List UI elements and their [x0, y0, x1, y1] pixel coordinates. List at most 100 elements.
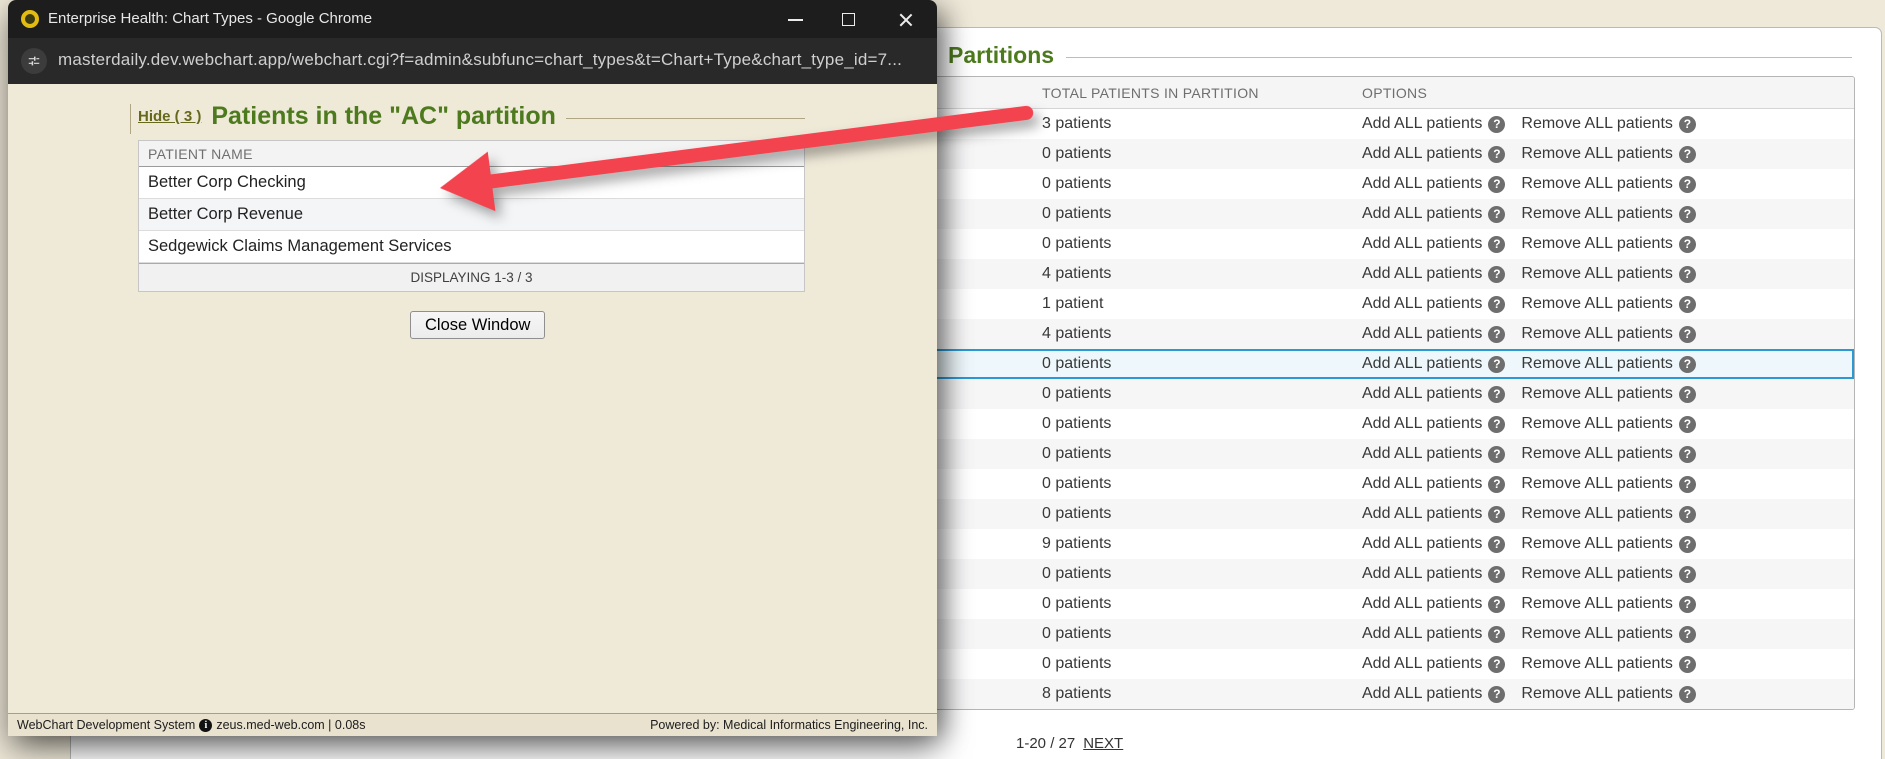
add-all-patients-link[interactable]: Add ALL patients — [1362, 325, 1482, 343]
help-icon[interactable]: ? — [1678, 595, 1696, 613]
partition-total-cell: 0 patients — [1042, 655, 1112, 672]
patient-row[interactable]: Better Corp Revenue — [139, 199, 804, 231]
pagination-next-link[interactable]: NEXT — [1083, 735, 1123, 752]
help-icon[interactable]: ? — [1488, 475, 1506, 493]
remove-all-patients-link[interactable]: Remove ALL patients — [1521, 595, 1673, 613]
patient-row[interactable]: Better Corp Checking — [139, 167, 804, 199]
partition-options-cell: Add ALL patients ? Remove ALL patients ? — [1362, 325, 1854, 343]
close-window-button[interactable]: Close Window — [410, 311, 546, 339]
help-icon[interactable]: ? — [1488, 415, 1506, 433]
remove-all-patients-link[interactable]: Remove ALL patients — [1521, 445, 1673, 463]
help-icon[interactable]: ? — [1678, 295, 1696, 313]
add-all-patients-link[interactable]: Add ALL patients — [1362, 655, 1482, 673]
help-icon[interactable]: ? — [1678, 415, 1696, 433]
help-icon[interactable]: ? — [1488, 115, 1506, 133]
add-all-patients-link[interactable]: Add ALL patients — [1362, 265, 1482, 283]
help-icon[interactable]: ? — [1488, 445, 1506, 463]
help-icon[interactable]: ? — [1678, 685, 1696, 703]
help-icon[interactable]: ? — [1678, 505, 1696, 523]
remove-all-patients-link[interactable]: Remove ALL patients — [1521, 325, 1673, 343]
remove-all-patients-link[interactable]: Remove ALL patients — [1521, 535, 1673, 553]
remove-all-patients-link[interactable]: Remove ALL patients — [1521, 205, 1673, 223]
remove-all-patients-link[interactable]: Remove ALL patients — [1521, 655, 1673, 673]
site-permissions-icon[interactable] — [21, 48, 47, 74]
help-icon[interactable]: ? — [1678, 655, 1696, 673]
help-icon[interactable]: ? — [1678, 205, 1696, 223]
help-icon[interactable]: ? — [1488, 265, 1506, 283]
add-all-patients-link[interactable]: Add ALL patients — [1362, 475, 1482, 493]
help-icon[interactable]: ? — [1678, 115, 1696, 133]
help-icon[interactable]: ? — [1488, 565, 1506, 583]
help-icon[interactable]: ? — [1488, 595, 1506, 613]
help-icon[interactable]: ? — [1678, 145, 1696, 163]
help-icon[interactable]: ? — [1678, 265, 1696, 283]
help-icon[interactable]: ? — [1678, 355, 1696, 373]
remove-all-patients-link[interactable]: Remove ALL patients — [1521, 115, 1673, 133]
add-all-patients-link[interactable]: Add ALL patients — [1362, 535, 1482, 553]
add-all-patients-link[interactable]: Add ALL patients — [1362, 235, 1482, 253]
help-icon[interactable]: ? — [1678, 625, 1696, 643]
help-icon[interactable]: ? — [1678, 385, 1696, 403]
help-icon[interactable]: ? — [1488, 205, 1506, 223]
help-icon[interactable]: ? — [1678, 175, 1696, 193]
remove-all-patients-link[interactable]: Remove ALL patients — [1521, 625, 1673, 643]
add-all-patients-link[interactable]: Add ALL patients — [1362, 565, 1482, 583]
patient-row[interactable]: Sedgewick Claims Management Services — [139, 231, 804, 263]
help-icon[interactable]: ? — [1678, 535, 1696, 553]
add-all-patients-link[interactable]: Add ALL patients — [1362, 685, 1482, 703]
help-icon[interactable]: ? — [1678, 445, 1696, 463]
help-icon[interactable]: ? — [1488, 295, 1506, 313]
add-all-patients-link[interactable]: Add ALL patients — [1362, 445, 1482, 463]
help-icon[interactable]: ? — [1678, 235, 1696, 253]
add-all-patients-link[interactable]: Add ALL patients — [1362, 385, 1482, 403]
partition-total-cell: 0 patients — [1042, 565, 1112, 582]
help-icon[interactable]: ? — [1488, 145, 1506, 163]
popup-urlbar[interactable]: masterdaily.dev.webchart.app/webchart.cg… — [8, 38, 937, 84]
remove-all-patients-link[interactable]: Remove ALL patients — [1521, 505, 1673, 523]
help-icon[interactable]: ? — [1488, 355, 1506, 373]
info-icon[interactable]: i — [199, 718, 213, 732]
remove-all-patients-link[interactable]: Remove ALL patients — [1521, 265, 1673, 283]
close-icon[interactable] — [898, 12, 914, 28]
add-all-patients-link[interactable]: Add ALL patients — [1362, 205, 1482, 223]
help-icon[interactable]: ? — [1678, 565, 1696, 583]
add-all-patients-link[interactable]: Add ALL patients — [1362, 355, 1482, 373]
help-icon[interactable]: ? — [1488, 325, 1506, 343]
help-icon[interactable]: ? — [1488, 535, 1506, 553]
add-all-patients-link[interactable]: Add ALL patients — [1362, 415, 1482, 433]
remove-all-patients-link[interactable]: Remove ALL patients — [1521, 385, 1673, 403]
help-icon[interactable]: ? — [1488, 655, 1506, 673]
add-all-patients-link[interactable]: Add ALL patients — [1362, 295, 1482, 313]
partition-options-cell: Add ALL patients ? Remove ALL patients ? — [1362, 205, 1854, 223]
remove-all-patients-link[interactable]: Remove ALL patients — [1521, 475, 1673, 493]
add-all-patients-link[interactable]: Add ALL patients — [1362, 595, 1482, 613]
help-icon[interactable]: ? — [1488, 625, 1506, 643]
add-all-patients-link[interactable]: Add ALL patients — [1362, 505, 1482, 523]
help-icon[interactable]: ? — [1488, 235, 1506, 253]
add-all-patients-link[interactable]: Add ALL patients — [1362, 625, 1482, 643]
remove-all-patients-link[interactable]: Remove ALL patients — [1521, 565, 1673, 583]
address-url[interactable]: masterdaily.dev.webchart.app/webchart.cg… — [58, 50, 902, 70]
maximize-icon[interactable] — [842, 13, 855, 26]
help-icon[interactable]: ? — [1488, 685, 1506, 703]
help-icon[interactable]: ? — [1488, 505, 1506, 523]
partition-total-cell: 0 patients — [1042, 415, 1112, 432]
remove-all-patients-link[interactable]: Remove ALL patients — [1521, 355, 1673, 373]
remove-all-patients-link[interactable]: Remove ALL patients — [1521, 175, 1673, 193]
remove-all-patients-link[interactable]: Remove ALL patients — [1521, 295, 1673, 313]
remove-all-patients-link[interactable]: Remove ALL patients — [1521, 235, 1673, 253]
remove-all-patients-link[interactable]: Remove ALL patients — [1521, 685, 1673, 703]
help-icon[interactable]: ? — [1678, 475, 1696, 493]
add-all-patients-link[interactable]: Add ALL patients — [1362, 115, 1482, 133]
minimize-icon[interactable] — [788, 19, 803, 21]
remove-all-patients-link[interactable]: Remove ALL patients — [1521, 415, 1673, 433]
add-all-patients-link[interactable]: Add ALL patients — [1362, 175, 1482, 193]
partition-total-cell: 0 patients — [1042, 355, 1112, 372]
hide-link[interactable]: Hide ( 3 ) — [138, 108, 201, 125]
help-icon[interactable]: ? — [1488, 175, 1506, 193]
add-all-patients-link[interactable]: Add ALL patients — [1362, 145, 1482, 163]
footer-system-label: WebChart Development System — [17, 718, 196, 732]
help-icon[interactable]: ? — [1678, 325, 1696, 343]
remove-all-patients-link[interactable]: Remove ALL patients — [1521, 145, 1673, 163]
help-icon[interactable]: ? — [1488, 385, 1506, 403]
